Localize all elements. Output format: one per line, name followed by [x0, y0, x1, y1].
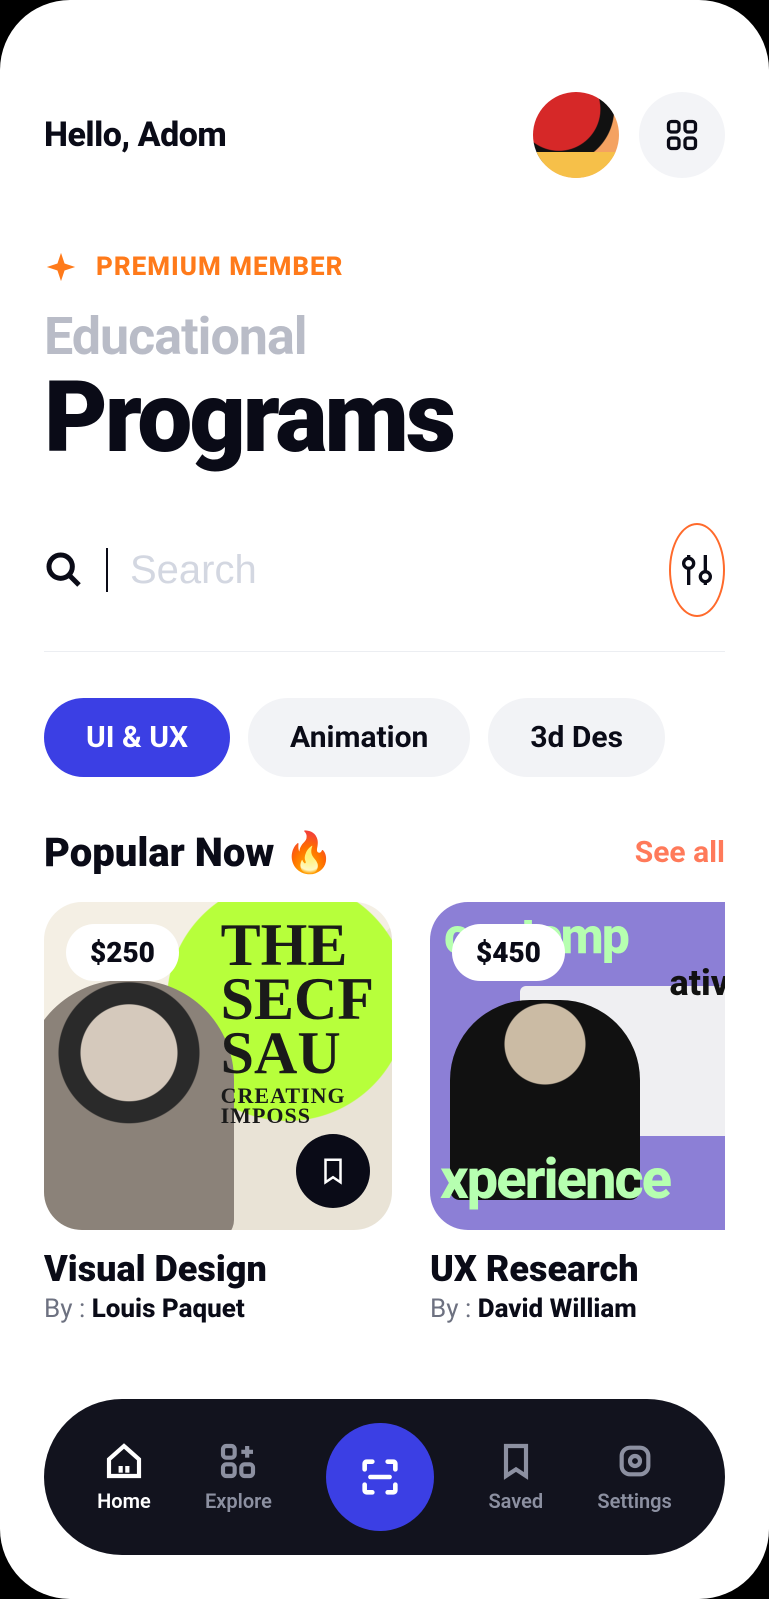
price-badge: $450	[452, 924, 565, 981]
course-card[interactable]: THESECFSAUCREATINGIMPOSS $250 Visual Des…	[44, 902, 392, 1324]
nav-explore-label: Explore	[205, 1489, 272, 1513]
premium-label: PREMIUM MEMBER	[96, 252, 343, 282]
bookmark-button[interactable]	[296, 1134, 370, 1208]
scan-icon	[357, 1454, 403, 1500]
category-chips: UI & UX Animation 3d Des	[44, 698, 725, 777]
chip-animation[interactable]: Animation	[248, 698, 470, 777]
premium-row: PREMIUM MEMBER	[44, 250, 725, 284]
title-main: Programs	[44, 369, 725, 467]
course-author: By : Louis Paquet	[44, 1294, 392, 1324]
search-left	[44, 548, 645, 593]
greeting-text: Hello, Adom	[44, 115, 226, 155]
see-all-link[interactable]: See all	[635, 835, 725, 870]
course-thumbnail: contemp ative nig xperience $450	[430, 902, 725, 1230]
nav-home[interactable]: Home	[97, 1441, 151, 1513]
bottom-nav: Home Explore Saved Settings	[44, 1399, 725, 1555]
by-prefix: By :	[44, 1294, 92, 1324]
course-author: By : David William	[430, 1294, 725, 1324]
author-name: David William	[478, 1294, 637, 1324]
popular-title-text: Popular Now	[44, 829, 274, 876]
nav-scan-button[interactable]	[326, 1423, 434, 1531]
course-title: UX Research	[430, 1248, 725, 1290]
bookmark-icon	[496, 1441, 536, 1481]
nav-settings-label: Settings	[597, 1489, 671, 1513]
search-cursor	[106, 548, 108, 592]
nav-home-label: Home	[97, 1489, 151, 1513]
header-actions	[533, 92, 725, 178]
search-icon	[44, 550, 84, 590]
search-row	[44, 523, 725, 652]
chip-3d-design[interactable]: 3d Des	[488, 698, 665, 777]
author-name: Louis Paquet	[92, 1294, 245, 1324]
chip-ui-ux[interactable]: UI & UX	[44, 698, 230, 777]
popular-cards: THESECFSAUCREATINGIMPOSS $250 Visual Des…	[44, 902, 725, 1324]
filter-button[interactable]	[669, 523, 725, 617]
nav-saved[interactable]: Saved	[488, 1441, 543, 1513]
nav-saved-label: Saved	[488, 1489, 543, 1513]
app-screen: Hello, Adom PREMIUM MEMBER Educational P…	[0, 0, 769, 1599]
nav-explore[interactable]: Explore	[205, 1441, 272, 1513]
grid-icon	[664, 117, 700, 153]
popular-title: Popular Now 🔥	[44, 829, 334, 876]
price-badge: $250	[66, 924, 179, 981]
sliders-icon	[677, 550, 717, 590]
thumbnail-art-text: THESECFSAUCREATINGIMPOSS	[221, 918, 374, 1126]
course-thumbnail: THESECFSAUCREATINGIMPOSS $250	[44, 902, 392, 1230]
by-prefix: By :	[430, 1294, 478, 1324]
apps-grid-button[interactable]	[639, 92, 725, 178]
home-icon	[104, 1441, 144, 1481]
bookmark-icon	[318, 1156, 348, 1186]
fire-icon: 🔥	[284, 829, 334, 876]
popular-header: Popular Now 🔥 See all	[44, 829, 725, 876]
settings-icon	[615, 1441, 655, 1481]
nav-settings[interactable]: Settings	[597, 1441, 671, 1513]
search-input[interactable]	[130, 548, 645, 593]
course-card[interactable]: contemp ative nig xperience $450 UX Rese…	[430, 902, 725, 1324]
avatar[interactable]	[533, 92, 619, 178]
header-row: Hello, Adom	[44, 92, 725, 178]
sparkle-icon	[44, 250, 78, 284]
course-title: Visual Design	[44, 1248, 392, 1290]
title-subtitle: Educational	[44, 306, 725, 367]
explore-icon	[218, 1441, 258, 1481]
